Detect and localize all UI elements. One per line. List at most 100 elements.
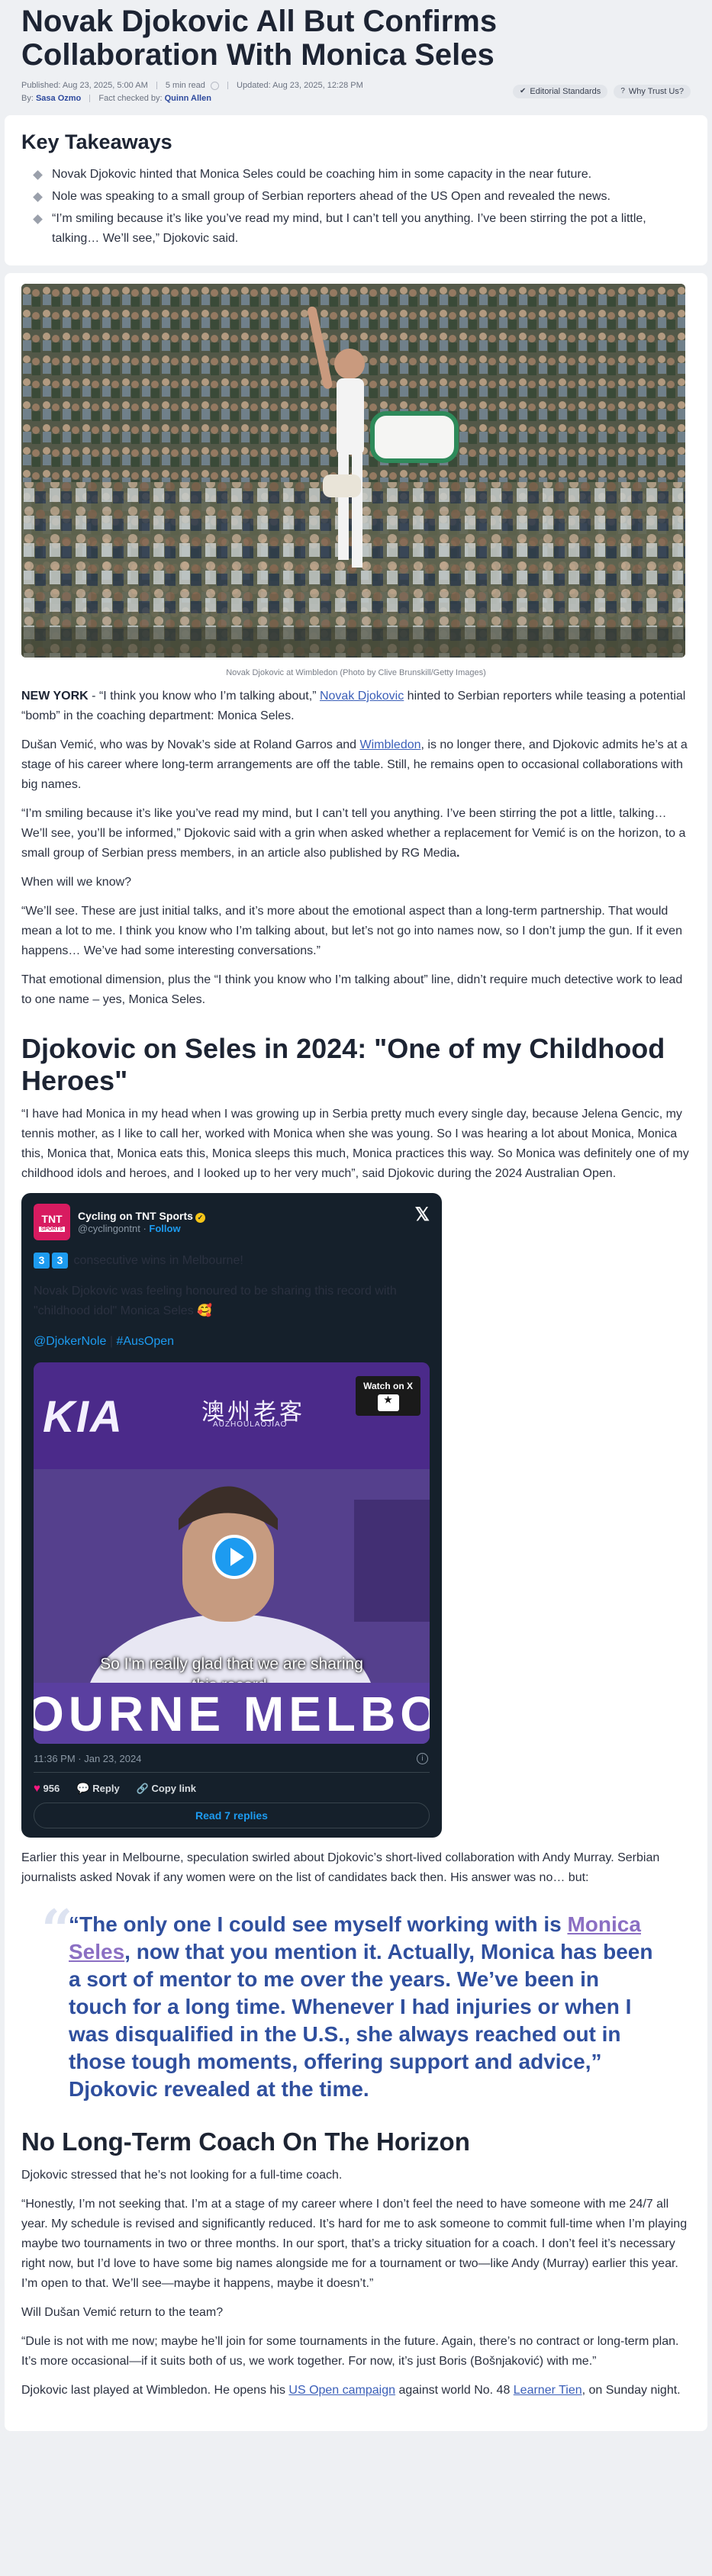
check-icon: ✔ — [519, 87, 527, 95]
quote-text-part: “The only one I could see myself working… — [69, 1912, 568, 1936]
verified-icon: ✓ — [195, 1213, 205, 1223]
meta-row: Published: Aug 23, 2025, 5:00 AM 5 min r… — [21, 79, 691, 103]
publish-info: Published: Aug 23, 2025, 5:00 AM 5 min r… — [21, 79, 363, 92]
play-icon[interactable] — [212, 1535, 256, 1579]
key-takeaways: Key Takeaways Novak Djokovic hinted that… — [5, 115, 707, 265]
takeaways-title: Key Takeaways — [21, 130, 172, 153]
author-link[interactable]: Sasa Ozmo — [36, 94, 81, 103]
paragraph: When will we know? — [21, 876, 132, 889]
takeaway-item: Novak Djokovic hinted that Monica Seles … — [21, 165, 691, 185]
hashtag-link[interactable]: #AusOpen — [116, 1335, 174, 1348]
embedded-tweet[interactable]: TNT SPORTS Cycling on TNT Sports ✓ @cycli… — [21, 1193, 442, 1838]
dateline: NEW YORK — [21, 690, 89, 703]
follow-button[interactable]: Follow — [149, 1223, 180, 1234]
like-button[interactable]: ♥ 956 — [34, 1782, 60, 1795]
why-trust-us-label: Why Trust Us? — [628, 86, 684, 96]
photo-caption: Novak Djokovic at Wimbledon (Photo by Cl… — [226, 668, 486, 677]
bullet-icon — [33, 192, 43, 202]
tweet-line: 33 consecutive wins in Melbourne! — [34, 1251, 430, 1271]
takeaway-text: “I’m smiling because it’s like you’ve re… — [52, 212, 646, 245]
paragraph-text: against world No. 48 — [395, 2384, 514, 2397]
paragraph-text: Djokovic last played at Wimbledon. He op… — [21, 2384, 289, 2397]
read-time: 5 min read — [165, 81, 205, 90]
quote-text: “The only one I could see myself working… — [69, 1911, 660, 2103]
link-wimbledon[interactable]: Wimbledon — [359, 738, 420, 751]
headline: Novak Djokovic All But Confirms Collabor… — [21, 5, 498, 72]
takeaway-item: Nole was speaking to a small group of Se… — [21, 187, 691, 207]
updated-date: Updated: Aug 23, 2025, 12:28 PM — [237, 81, 363, 90]
reply-icon: 💬 — [76, 1782, 90, 1794]
venue-banner: OURNE MELBOU — [34, 1683, 430, 1744]
tweet-header: TNT SPORTS Cycling on TNT Sports ✓ @cycli… — [34, 1204, 430, 1240]
takeaway-text: Nole was speaking to a small group of Se… — [52, 190, 611, 203]
avatar-text: TNT — [41, 1212, 63, 1225]
star-icon: ★ — [377, 1394, 399, 1411]
by-label: By: — [21, 94, 34, 103]
quote-mark-icon: “ — [41, 1897, 73, 1962]
meta-left: Published: Aug 23, 2025, 5:00 AM 5 min r… — [21, 79, 363, 103]
tweet-line: @DjokerNole | #AusOpen — [34, 1332, 430, 1352]
takeaway-item: “I’m smiling because it’s like you’ve re… — [21, 209, 691, 249]
paragraph: Djokovic last played at Wimbledon. He op… — [21, 2381, 691, 2401]
link-novak-djokovic[interactable]: Novak Djokovic — [320, 690, 404, 703]
editorial-standards-label: Editorial Standards — [530, 86, 601, 96]
paragraph: NEW YORK - “I think you know who I’m tal… — [21, 687, 691, 726]
reply-button[interactable]: 💬 Reply — [76, 1782, 119, 1795]
paragraph: “I’m smiling because it’s like you’ve re… — [21, 804, 691, 863]
tweet-timestamp[interactable]: 11:36 PM · Jan 23, 2024 i — [34, 1753, 430, 1773]
paragraph-text: “I’m smiling because it’s like you’ve re… — [21, 807, 686, 860]
keycap-3-icon: 3 — [52, 1253, 68, 1269]
link-us-open-campaign[interactable]: US Open campaign — [288, 2384, 395, 2397]
takeaway-text: Novak Djokovic hinted that Monica Seles … — [52, 168, 592, 181]
link-icon: 🔗 — [136, 1782, 149, 1794]
keycap-3-icon: 3 — [34, 1253, 50, 1269]
section-heading: No Long-Term Coach On The Horizon — [21, 2127, 470, 2156]
paragraph: “Dule is not with me now; maybe he’ll jo… — [21, 2335, 679, 2368]
article-header: Novak Djokovic All But Confirms Collabor… — [0, 0, 712, 115]
read-replies-button[interactable]: Read 7 replies — [34, 1803, 430, 1828]
copy-link-button[interactable]: 🔗 Copy link — [137, 1783, 196, 1795]
byline: By: Sasa Ozmo Fact checked by: Quinn All… — [21, 94, 363, 103]
paragraph: Djokovic stressed that he’s not looking … — [21, 2169, 343, 2182]
tweet-video[interactable]: KIA 澳州老客 AUZHOULAOJIAO Watch on X ★ So I'… — [34, 1362, 430, 1744]
divider — [227, 82, 228, 90]
paragraph-text: - “I think you know who I’m talking abou… — [88, 690, 320, 703]
hero-photo — [21, 284, 685, 658]
avatar[interactable]: TNT SPORTS — [34, 1204, 70, 1240]
bullet-icon — [33, 170, 43, 180]
tweet-author-name[interactable]: Cycling on TNT Sports ✓ — [78, 1210, 205, 1223]
section-heading: Djokovic on Seles in 2024: "One of my Ch… — [21, 1033, 665, 1096]
info-icon[interactable]: i — [417, 1753, 428, 1764]
author-name-text: Cycling on TNT Sports — [78, 1210, 193, 1222]
editorial-standards-button[interactable]: ✔ Editorial Standards — [512, 84, 608, 98]
tweet-actions: ♥ 956 💬 Reply 🔗 Copy link — [34, 1773, 430, 1803]
paragraph: Earlier this year in Melbourne, speculat… — [21, 1851, 660, 1884]
x-logo-icon[interactable]: 𝕏 — [415, 1204, 430, 1226]
tweet-handle[interactable]: @cyclingontnt — [78, 1223, 140, 1234]
paragraph: Will Dušan Vemić return to the team? — [21, 2306, 224, 2319]
timestamp-text: 11:36 PM · Jan 23, 2024 — [34, 1753, 142, 1764]
fact-checker-link[interactable]: Quinn Allen — [165, 94, 211, 103]
link-learner-tien[interactable]: Learner Tien — [514, 2384, 582, 2397]
why-trust-us-button[interactable]: ? Why Trust Us? — [614, 84, 691, 98]
tweet-text: 33 consecutive wins in Melbourne! Novak … — [34, 1251, 430, 1352]
tweet-handle-row: @cyclingontnt · Follow — [78, 1223, 181, 1234]
paragraph: Dušan Vemić, who was by Novak’s side at … — [21, 735, 691, 795]
mention-link[interactable]: @DjokerNole — [34, 1335, 106, 1348]
hero-photo-art — [21, 284, 685, 658]
article-body: Novak Djokovic at Wimbledon (Photo by Cl… — [5, 273, 707, 2431]
heart-icon: ♥ — [34, 1782, 40, 1795]
paragraph: “I have had Monica in my head when I was… — [21, 1108, 689, 1180]
paragraph: “Honestly, I’m not seeking that. I’m at … — [21, 2198, 688, 2290]
fact-check-label: Fact checked by: — [98, 94, 163, 103]
page: Novak Djokovic All But Confirms Collabor… — [0, 0, 712, 2431]
divider — [89, 95, 91, 103]
quote-text-part: , now that you mention it. Actually, Mon… — [69, 1940, 653, 2101]
like-count: 956 — [43, 1783, 60, 1794]
tag-separator: | — [106, 1335, 117, 1348]
paragraph: That emotional dimension, plus the “I th… — [21, 973, 683, 1006]
paragraph-text: Dušan Vemić, who was by Novak’s side at … — [21, 738, 360, 751]
watch-label: Watch on X — [363, 1381, 413, 1391]
bullet-icon — [33, 214, 43, 224]
watch-on-x-button[interactable]: Watch on X ★ — [356, 1376, 420, 1416]
